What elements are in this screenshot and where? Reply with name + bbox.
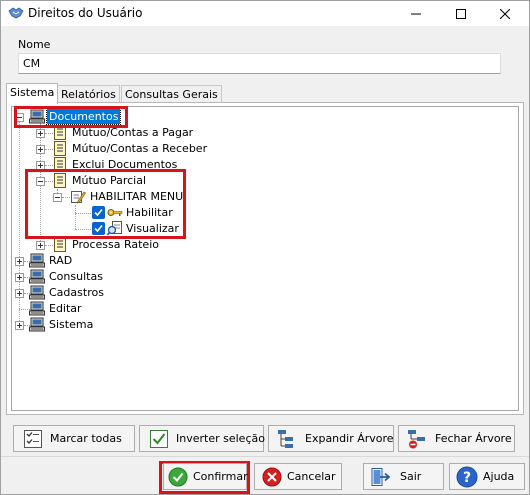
highlight-box-mutuo-parcial (25, 169, 186, 239)
tree-node-consultas[interactable]: Consultas (12, 269, 122, 285)
marcar-todas-label: Marcar todas (50, 432, 122, 445)
expand-icon[interactable] (15, 257, 24, 266)
svg-text:?: ? (463, 470, 471, 486)
tree-node-rad[interactable]: RAD (12, 253, 112, 269)
title-bar: Direitos do Usuário (1, 1, 529, 26)
sair-button[interactable]: Sair (363, 463, 444, 490)
cancel-x-icon (261, 467, 283, 487)
computer-icon (29, 317, 45, 335)
cancelar-label: Cancelar (287, 470, 336, 483)
collapse-tree-icon (407, 429, 429, 449)
tree-label: RAD (49, 254, 73, 267)
tree-label: Mútuo/Contas a Receber (72, 142, 208, 155)
marcar-todas-button[interactable]: Marcar todas (13, 425, 135, 452)
close-button[interactable] (483, 1, 527, 26)
tab-relatorios[interactable]: Relatórios (57, 85, 120, 103)
inverter-selecao-label: Inverter seleção (176, 432, 265, 445)
confirm-check-icon (167, 467, 189, 487)
tree-label: Cadastros (49, 286, 104, 299)
tree-node-processa-rateio[interactable]: Processa Rateio (12, 237, 192, 253)
expand-icon[interactable] (15, 273, 24, 282)
separator (1, 456, 529, 457)
tab-consultas-gerais[interactable]: Consultas Gerais (121, 85, 222, 103)
check-box-icon (148, 429, 170, 449)
expand-tree-icon (277, 429, 299, 449)
tree-node-cadastros[interactable]: Cadastros (12, 285, 122, 301)
expandir-arvore-label: Expandir Árvore (305, 432, 394, 445)
maximize-button[interactable] (439, 1, 483, 26)
expand-icon[interactable] (36, 145, 45, 154)
ajuda-label: Ajuda (483, 470, 515, 483)
expand-icon[interactable] (15, 289, 24, 298)
tree-panel: Documentos Mútuo/Contas a Pagar Mútuo/Co… (6, 102, 524, 415)
inverter-selecao-button[interactable]: Inverter seleção (139, 425, 265, 452)
window-title: Direitos do Usuário (28, 6, 143, 20)
exit-door-icon (370, 467, 392, 487)
highlight-box-documentos (14, 106, 128, 128)
user-rights-window: Direitos do Usuário Nome Sistema Relatór… (0, 0, 530, 495)
cancelar-button[interactable]: Cancelar (254, 463, 342, 490)
confirmar-label: Confirmar (193, 470, 248, 483)
fechar-arvore-button[interactable]: Fechar Árvore (398, 425, 515, 452)
expand-icon[interactable] (36, 129, 45, 138)
checklist-icon (22, 429, 44, 449)
name-input[interactable] (18, 53, 501, 74)
tree-label: Consultas (49, 270, 103, 283)
expand-icon[interactable] (36, 241, 45, 250)
tree-node-editar[interactable]: Editar (12, 301, 112, 317)
help-icon: ? (456, 466, 478, 487)
expandir-arvore-button[interactable]: Expandir Árvore (268, 425, 394, 452)
fechar-arvore-label: Fechar Árvore (435, 432, 512, 445)
expand-icon[interactable] (15, 321, 24, 330)
tree-label: Sistema (49, 318, 94, 331)
confirmar-button[interactable]: Confirmar (163, 463, 248, 490)
tree-label: Editar (49, 302, 82, 315)
name-label: Nome (18, 38, 51, 51)
rights-tree[interactable]: Documentos Mútuo/Contas a Pagar Mútuo/Co… (11, 106, 519, 411)
handshake-icon (8, 7, 24, 19)
tree-node-sistema[interactable]: Sistema (12, 317, 122, 333)
minimize-button[interactable] (394, 1, 438, 26)
tab-sistema[interactable]: Sistema (6, 83, 59, 104)
tree-node-mutuo-contas-receber[interactable]: Mútuo/Contas a Receber (12, 141, 222, 157)
sair-label: Sair (400, 470, 422, 483)
ajuda-button[interactable]: ? Ajuda (449, 463, 525, 490)
tree-label: Processa Rateio (72, 238, 159, 251)
